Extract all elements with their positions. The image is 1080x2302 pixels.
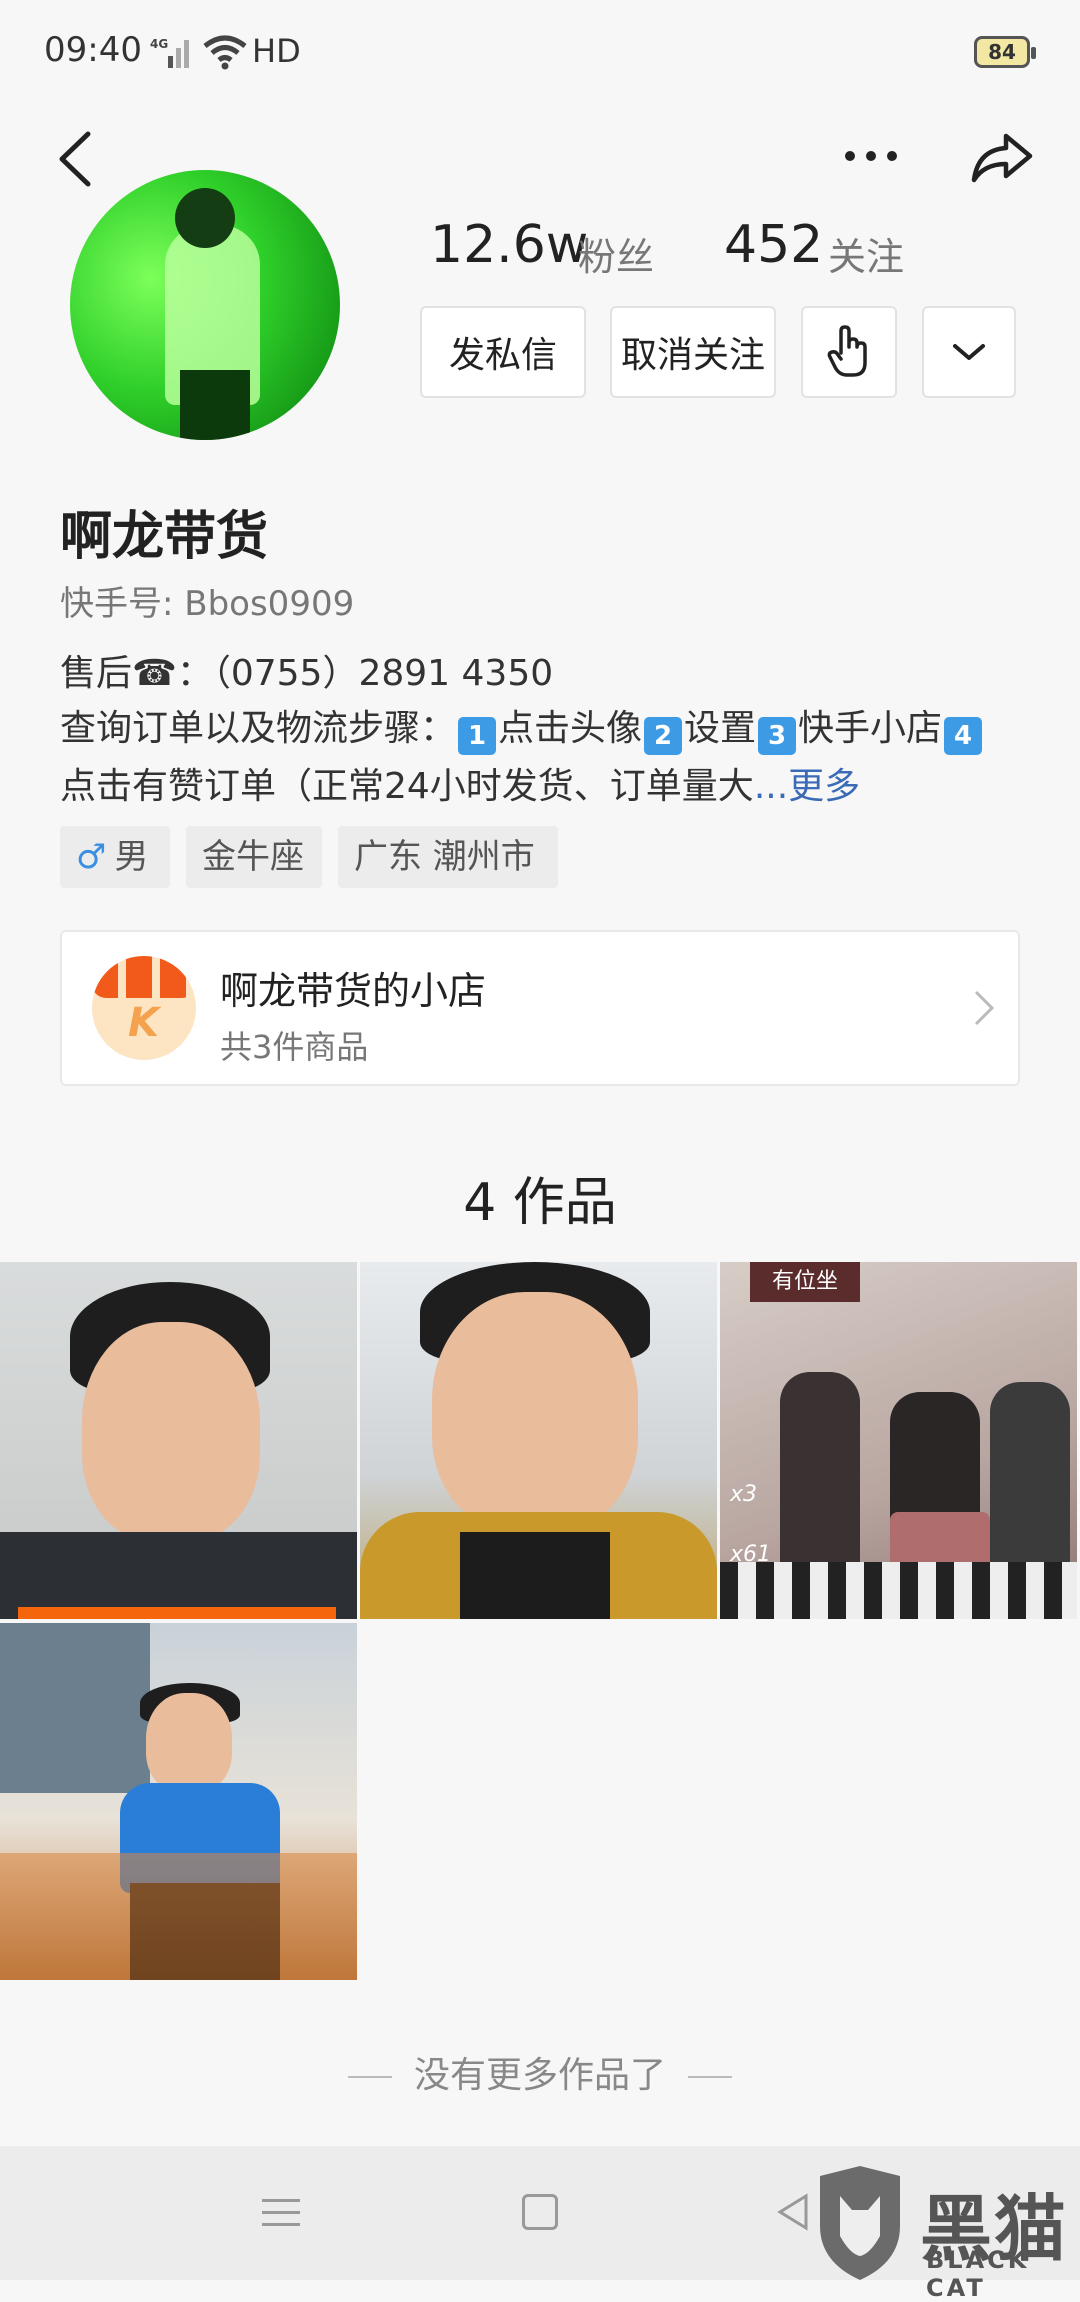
bio-ellipsis: ... xyxy=(753,766,789,807)
gesture-button[interactable] xyxy=(801,306,897,398)
network-type: 4G xyxy=(150,37,168,51)
shirt xyxy=(0,1532,357,1619)
number-4-badge: 4 xyxy=(944,717,983,755)
bio-more-link[interactable]: 更多 xyxy=(788,766,860,807)
shop-logo-letter: K xyxy=(128,1000,159,1046)
works-title: 4 作品 xyxy=(463,1173,617,1233)
gender-label: 男 xyxy=(114,837,149,877)
send-message-button[interactable]: 发私信 xyxy=(420,306,586,398)
bio[interactable]: 查询订单以及物流步骤： 1 点击头像 2 设置 3 快手小店 4 点击有赞订单（正常24小时发货… xyxy=(60,700,1020,816)
video-thumbnail-2[interactable] xyxy=(360,1262,717,1619)
profile-name: 啊龙带货 xyxy=(60,507,269,567)
overlay-x3: x3 xyxy=(730,1482,758,1507)
divider-line xyxy=(688,2076,732,2078)
sofa xyxy=(0,1853,357,1980)
location-tag: 广东 潮州市 xyxy=(338,826,558,888)
black-cat-logo-icon xyxy=(820,2166,900,2280)
divider-line xyxy=(347,2076,392,2078)
chevron-right-icon xyxy=(974,990,995,1026)
fans-label[interactable]: 粉丝 xyxy=(578,226,654,281)
menu-icon[interactable] xyxy=(262,2196,300,2230)
after-sale-phone: 售后☎：（0755）2891 4350 xyxy=(60,653,554,694)
video-thumbnail-3[interactable]: 有位坐 x3 x61 xyxy=(720,1262,1077,1619)
hd-indicator: HD xyxy=(252,32,301,70)
signal-icon: 4G xyxy=(150,37,189,68)
bio-step-1: 点击头像 xyxy=(498,708,643,749)
unfollow-button[interactable]: 取消关注 xyxy=(610,306,776,398)
number-3-badge: 3 xyxy=(758,717,797,755)
face xyxy=(432,1292,638,1532)
zodiac-tag: 金牛座 xyxy=(186,826,322,888)
bio-step-2: 设置 xyxy=(684,708,757,749)
more-dots-icon[interactable] xyxy=(842,148,900,164)
shop-card[interactable]: K 啊龙带货的小店 共3件商品 xyxy=(60,930,1020,1086)
battery-icon: 84 xyxy=(974,36,1036,68)
bio-step-3: 快手小店 xyxy=(798,708,943,749)
sign: 有位坐 xyxy=(750,1262,860,1302)
bio-step-4: 点击有赞订单（正常24小时发货、订单量大 xyxy=(60,766,754,807)
shop-awning xyxy=(92,956,196,998)
status-time: 09:40 xyxy=(44,30,142,70)
avatar-legs xyxy=(180,370,250,440)
nav-back-icon[interactable] xyxy=(776,2192,810,2232)
shop-name: 啊龙带货的小店 xyxy=(220,969,487,1013)
no-more-works: 没有更多作品了 xyxy=(0,2046,1080,2098)
face xyxy=(146,1693,232,1793)
male-icon: ♂ xyxy=(76,837,107,877)
number-1-badge: 1 xyxy=(458,717,497,755)
fans-count[interactable]: 12.6w xyxy=(430,215,588,275)
checkered-floor xyxy=(720,1562,1077,1619)
number-2-badge: 2 xyxy=(644,717,683,755)
gender-tag: ♂ 男 xyxy=(60,826,170,888)
video-thumbnail-1[interactable] xyxy=(0,1262,357,1619)
progress-bar xyxy=(18,1607,336,1619)
kuaishou-id[interactable]: 快手号: Bbos0909 xyxy=(60,576,354,625)
person xyxy=(780,1372,860,1592)
chevron-down-icon xyxy=(953,344,985,360)
watermark-subtext: BLACK CAT xyxy=(926,2246,1030,2302)
video-thumbnail-4[interactable] xyxy=(0,1623,357,1980)
bio-text: 查询订单以及物流步骤： xyxy=(60,708,457,749)
shop-logo-icon: K xyxy=(92,956,196,1060)
back-arrow-icon[interactable] xyxy=(54,130,98,188)
face xyxy=(82,1322,260,1542)
window xyxy=(0,1623,150,1793)
following-count[interactable]: 452 xyxy=(724,215,823,275)
home-icon[interactable] xyxy=(522,2194,558,2230)
dropdown-button[interactable] xyxy=(922,306,1016,398)
avatar-head xyxy=(175,188,235,248)
shop-item-count: 共3件商品 xyxy=(220,1028,369,1066)
hand-pointer-icon xyxy=(827,325,867,377)
share-icon[interactable] xyxy=(970,130,1034,184)
following-label[interactable]: 关注 xyxy=(828,226,904,281)
avatar[interactable] xyxy=(70,170,340,440)
shirt xyxy=(460,1532,610,1619)
wifi-icon xyxy=(203,35,247,70)
no-more-text: 没有更多作品了 xyxy=(413,2055,666,2096)
overlay-x61: x61 xyxy=(730,1542,772,1567)
